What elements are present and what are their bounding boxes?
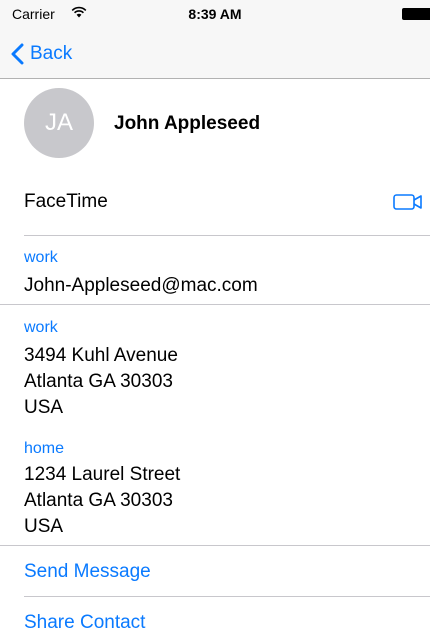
address-line: Atlanta GA 30303 xyxy=(24,371,173,392)
contact-name: John Appleseed xyxy=(114,113,261,134)
divider xyxy=(0,545,430,546)
share-contact-button[interactable]: Share Contact xyxy=(24,612,145,634)
status-time: 8:39 AM xyxy=(188,6,242,22)
battery-icon xyxy=(402,8,430,20)
address-line: Atlanta GA 30303 xyxy=(24,490,173,511)
chevron-left-icon xyxy=(11,43,24,65)
address-label: work xyxy=(24,319,58,336)
email-value[interactable]: John-Appleseed@mac.com xyxy=(24,273,258,299)
facetime-label: FaceTime xyxy=(24,191,108,212)
send-message-button[interactable]: Send Message xyxy=(24,561,151,583)
address-line: 3494 Kuhl Avenue xyxy=(24,345,178,366)
address-line: 1234 Laurel Street xyxy=(24,464,181,485)
divider xyxy=(0,304,430,305)
address-line: USA xyxy=(24,516,64,537)
divider xyxy=(24,235,430,236)
back-label: Back xyxy=(30,43,73,64)
divider xyxy=(24,596,430,597)
video-camera-icon[interactable] xyxy=(393,192,427,212)
avatar: JA xyxy=(24,88,94,158)
address-line: USA xyxy=(24,397,64,418)
facetime-row[interactable]: FaceTime xyxy=(0,175,430,235)
status-bar: Carrier 8:39 AM xyxy=(0,0,430,30)
contact-header: JA John Appleseed xyxy=(0,79,430,175)
address-label: home xyxy=(24,440,65,457)
nav-bar: Back xyxy=(0,30,430,79)
email-label: work xyxy=(24,249,58,266)
back-button[interactable]: Back xyxy=(10,40,72,68)
